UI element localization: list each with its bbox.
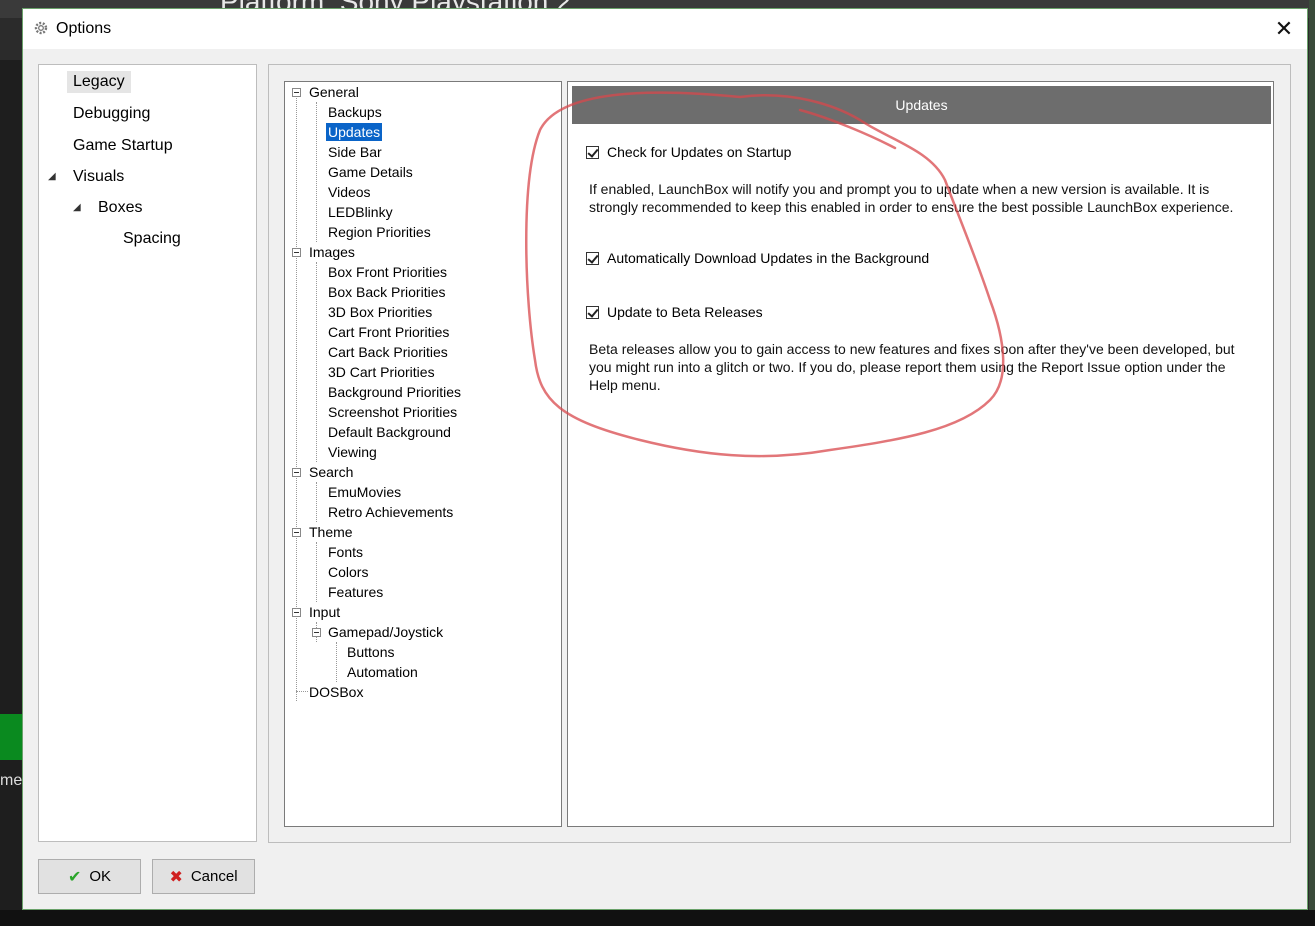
collapse-icon[interactable] bbox=[292, 248, 301, 257]
nav-item-spacing[interactable]: Spacing bbox=[117, 228, 187, 250]
nav-item-visuals[interactable]: Visuals bbox=[67, 166, 130, 188]
tree-node-theme[interactable]: Theme bbox=[307, 523, 355, 541]
tree-node-buttons[interactable]: Buttons bbox=[345, 643, 396, 661]
settings-tree[interactable]: General Backups Updates Side Bar Game De… bbox=[284, 81, 562, 827]
tree-node-default-background[interactable]: Default Background bbox=[326, 423, 453, 441]
tree-node-input[interactable]: Input bbox=[307, 603, 342, 621]
tree-guide-line bbox=[316, 102, 317, 242]
check-updates-on-startup[interactable]: Check for Updates on Startup bbox=[586, 144, 791, 160]
checkbox-label: Automatically Download Updates in the Ba… bbox=[607, 250, 930, 266]
tree-node-cart-front-priorities[interactable]: Cart Front Priorities bbox=[326, 323, 451, 341]
collapse-icon[interactable] bbox=[292, 88, 301, 97]
ok-button-label: OK bbox=[89, 868, 112, 885]
tree-node-search[interactable]: Search bbox=[307, 463, 355, 481]
nav-item-boxes[interactable]: Boxes bbox=[92, 197, 148, 219]
tree-guide-line bbox=[336, 642, 337, 682]
tree-node-3d-box-priorities[interactable]: 3D Box Priorities bbox=[326, 303, 434, 321]
tree-node-dosbox[interactable]: DOSBox bbox=[307, 683, 365, 701]
category-nav: Legacy Debugging Game Startup ◢ Visuals … bbox=[38, 64, 257, 842]
options-panel: General Backups Updates Side Bar Game De… bbox=[268, 64, 1291, 843]
ok-button[interactable]: ✔ OK bbox=[38, 859, 141, 894]
cancel-button[interactable]: ✖ Cancel bbox=[152, 859, 255, 894]
collapse-icon[interactable] bbox=[292, 608, 301, 617]
checkbox[interactable] bbox=[586, 145, 599, 159]
tree-guide-line bbox=[316, 482, 317, 522]
checkmark-icon: ✔ bbox=[67, 868, 82, 886]
tree-node-gamepad-joystick[interactable]: Gamepad/Joystick bbox=[326, 623, 445, 641]
tree-guide-line bbox=[316, 262, 317, 462]
tree-node-game-details[interactable]: Game Details bbox=[326, 163, 415, 181]
tree-node-retro-achievements[interactable]: Retro Achievements bbox=[326, 503, 455, 521]
tree-guide-line bbox=[316, 542, 317, 602]
tree-node-box-front-priorities[interactable]: Box Front Priorities bbox=[326, 263, 449, 281]
tree-node-ledblinky[interactable]: LEDBlinky bbox=[326, 203, 395, 221]
tree-node-images[interactable]: Images bbox=[307, 243, 357, 261]
tree-node-side-bar[interactable]: Side Bar bbox=[326, 143, 384, 161]
tree-node-backups[interactable]: Backups bbox=[326, 103, 384, 121]
background-app-sidebar bbox=[0, 60, 22, 926]
tree-node-cart-back-priorities[interactable]: Cart Back Priorities bbox=[326, 343, 450, 361]
collapse-icon[interactable] bbox=[312, 628, 321, 637]
tree-node-fonts[interactable]: Fonts bbox=[326, 543, 365, 561]
close-button[interactable]: ✕ bbox=[1261, 9, 1307, 49]
expanded-arrow-icon[interactable]: ◢ bbox=[73, 202, 81, 213]
gear-icon bbox=[34, 21, 48, 35]
window-title: Options bbox=[56, 20, 112, 37]
tree-node-colors[interactable]: Colors bbox=[326, 563, 370, 581]
tree-node-features[interactable]: Features bbox=[326, 583, 385, 601]
tree-node-3d-cart-priorities[interactable]: 3D Cart Priorities bbox=[326, 363, 437, 381]
auto-download-updates[interactable]: Automatically Download Updates in the Ba… bbox=[586, 250, 929, 266]
tree-node-general[interactable]: General bbox=[307, 83, 361, 101]
nav-item-debugging[interactable]: Debugging bbox=[67, 103, 156, 125]
tree-node-viewing[interactable]: Viewing bbox=[326, 443, 379, 461]
checkbox-label: Update to Beta Releases bbox=[607, 304, 763, 320]
background-app-footer bbox=[0, 910, 1315, 926]
tree-node-videos[interactable]: Videos bbox=[326, 183, 373, 201]
tree-node-automation[interactable]: Automation bbox=[345, 663, 420, 681]
tree-node-screenshot-priorities[interactable]: Screenshot Priorities bbox=[326, 403, 459, 421]
collapse-icon[interactable] bbox=[292, 528, 301, 537]
section-header: Updates bbox=[572, 86, 1271, 124]
expanded-arrow-icon[interactable]: ◢ bbox=[48, 171, 56, 182]
beta-releases-description: Beta releases allow you to gain access t… bbox=[589, 341, 1235, 393]
nav-item-game-startup[interactable]: Game Startup bbox=[67, 135, 179, 157]
background-app-text: me bbox=[0, 772, 23, 789]
tree-node-box-back-priorities[interactable]: Box Back Priorities bbox=[326, 283, 447, 301]
tree-node-updates[interactable]: Updates bbox=[326, 123, 383, 141]
update-to-beta-releases[interactable]: Update to Beta Releases bbox=[586, 304, 763, 320]
tree-node-background-priorities[interactable]: Background Priorities bbox=[326, 383, 463, 401]
tree-node-region-priorities[interactable]: Region Priorities bbox=[326, 223, 433, 241]
cancel-button-label: Cancel bbox=[190, 868, 238, 885]
background-app-green-tab bbox=[0, 714, 22, 760]
tree-node-emumovies[interactable]: EmuMovies bbox=[326, 483, 403, 501]
title-bar[interactable]: Options ✕ bbox=[23, 9, 1307, 49]
check-updates-description: If enabled, LaunchBox will notify you an… bbox=[589, 181, 1234, 215]
close-icon: ✕ bbox=[1274, 16, 1294, 41]
updates-settings: Updates Check for Updates on Startup If … bbox=[567, 81, 1274, 827]
nav-item-legacy[interactable]: Legacy bbox=[67, 71, 131, 93]
checkbox[interactable] bbox=[586, 251, 599, 265]
options-dialog: Options ✕ Legacy Debugging Game Startup … bbox=[22, 8, 1308, 910]
background-app-edge bbox=[1309, 0, 1315, 926]
collapse-icon[interactable] bbox=[292, 468, 301, 477]
checkbox-label: Check for Updates on Startup bbox=[607, 144, 792, 160]
checkbox[interactable] bbox=[586, 305, 599, 319]
x-icon: ✖ bbox=[169, 868, 183, 886]
